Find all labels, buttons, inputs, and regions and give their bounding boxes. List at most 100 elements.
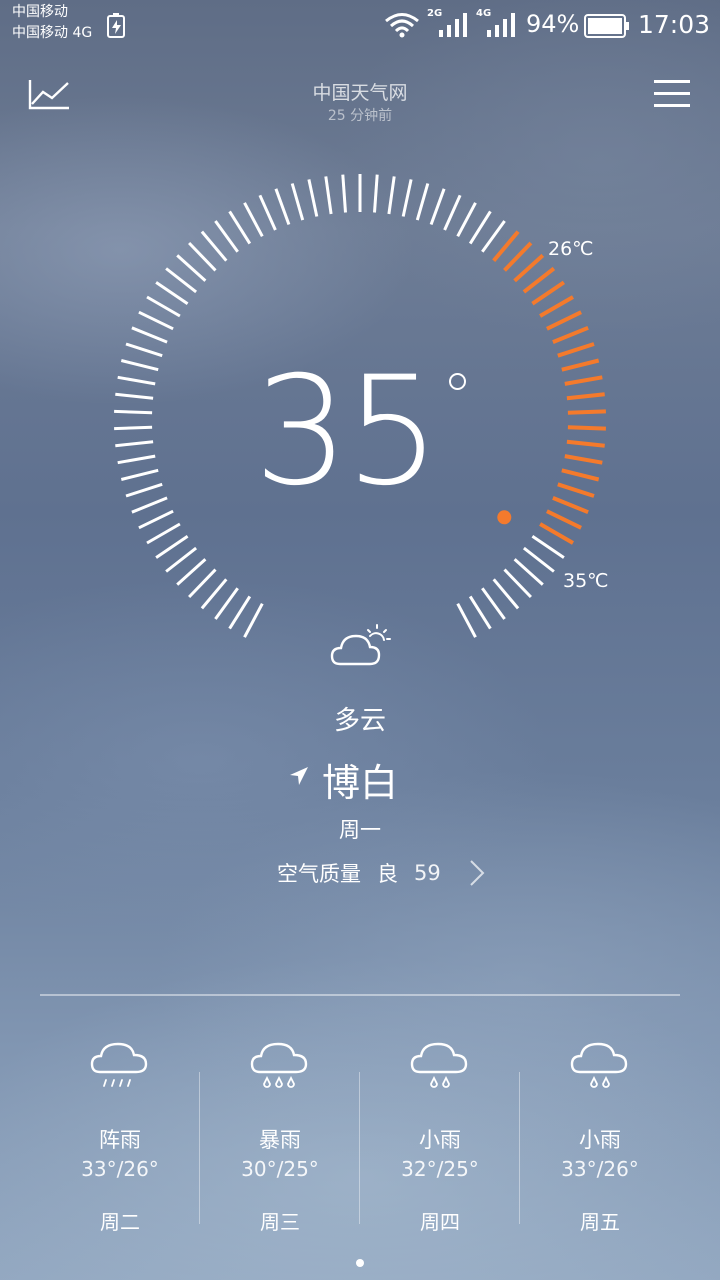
dial-tick [274, 188, 291, 226]
current-weekday: 周一 [339, 818, 381, 842]
dial-tick [324, 176, 333, 215]
dial-tick [456, 602, 477, 638]
dial-tick-range [566, 439, 605, 448]
light-rain-icon [410, 1042, 468, 1088]
dial-tick [188, 241, 217, 272]
chevron-right-icon[interactable] [468, 858, 486, 888]
location-arrow-icon [290, 767, 308, 785]
dial-tick [307, 179, 319, 217]
forecast-day[interactable]: 暴雨 30°/25° 周三 [200, 1030, 360, 1234]
current-condition: 多云 [333, 706, 386, 736]
dial-tick-range [492, 230, 520, 262]
dial-tick [401, 179, 413, 217]
dial-tick-range [564, 375, 603, 386]
partly-cloudy-icon [330, 624, 391, 666]
dial-tick [468, 595, 492, 630]
dial-tick [214, 220, 239, 253]
dial-tick-range [564, 454, 603, 465]
dial-tick-range [561, 468, 600, 482]
forecast-day[interactable]: 阵雨 33°/26° 周二 [40, 1030, 200, 1234]
air-quality-label: 空气质量 [277, 862, 361, 886]
dial-tick [429, 188, 446, 226]
dial-tick-range [557, 482, 595, 498]
dial-tick [114, 409, 153, 415]
forecast-condition: 小雨 [579, 1128, 621, 1152]
forecast-weekday: 周三 [260, 1210, 300, 1234]
dial-label-low: 35℃ [563, 570, 609, 592]
current-temperature: 35 [253, 345, 441, 519]
forecast-condition: 阵雨 [99, 1128, 141, 1152]
dial-tick [165, 267, 198, 294]
dial-tick [503, 568, 532, 599]
dial-tick [114, 425, 153, 431]
divider [40, 994, 680, 996]
dial-tick [176, 254, 207, 282]
dial-tick [155, 535, 189, 559]
dial-tick [443, 194, 462, 231]
dial-label-high: 26℃ [548, 238, 594, 260]
dial-tick-range [567, 425, 606, 431]
dial-tick [138, 509, 174, 530]
dial-tick-range [503, 241, 533, 272]
forecast-weekday: 周二 [100, 1210, 140, 1234]
dial-tick-range [552, 496, 589, 515]
dial-tick [200, 230, 228, 262]
forecast-temp-range: 32°/25° [401, 1157, 479, 1181]
dial-tick-range [531, 280, 566, 306]
dial-tick [481, 220, 506, 253]
dial-tick [228, 210, 252, 245]
dial-tick [200, 578, 228, 610]
dial-tick [117, 375, 156, 386]
dial-tick [155, 281, 189, 305]
dial-tick [117, 454, 156, 465]
dial-tick-range [546, 310, 582, 331]
dial-tick-range [561, 358, 600, 372]
dial-tick [125, 342, 163, 358]
dial-tick [290, 183, 305, 221]
dial-tick [176, 558, 207, 586]
dial-tick-range [539, 522, 575, 545]
dial-tick-range [567, 409, 606, 415]
dial-tick [125, 482, 163, 498]
dial-tick [531, 535, 565, 559]
forecast-list: 阵雨 33°/26° 周二 暴雨 30°/25° 周三 小雨 32°/25° 周… [40, 1030, 680, 1234]
dial-tick [115, 392, 154, 400]
dial-tick [492, 578, 520, 610]
dial-tick [146, 522, 181, 545]
dial-tick [120, 468, 159, 481]
dial-tick [341, 174, 347, 213]
dial-tick [138, 310, 174, 331]
dial-tick [146, 295, 181, 318]
forecast-temp-range: 30°/25° [241, 1157, 319, 1181]
dial-tick [373, 174, 379, 213]
city-name[interactable]: 博白 [322, 752, 398, 807]
dial-tick [513, 558, 544, 586]
dial-tick [387, 176, 396, 215]
dial-tick [522, 546, 555, 573]
forecast-weekday: 周五 [580, 1210, 620, 1234]
dial-tick [115, 440, 154, 448]
air-quality-value: 59 [414, 861, 441, 885]
dial-tick [415, 183, 430, 221]
forecast-day[interactable]: 小雨 32°/25° 周四 [360, 1030, 520, 1234]
forecast-condition: 暴雨 [259, 1128, 301, 1152]
dial-tick-range [546, 509, 582, 530]
dial-tick [258, 194, 277, 231]
shower-icon [90, 1042, 148, 1087]
forecast-temp-range: 33°/26° [81, 1157, 159, 1181]
degree-symbol [449, 373, 466, 390]
dial-tick-range [552, 325, 589, 344]
dial-tick [468, 210, 492, 245]
dial-tick [243, 602, 264, 638]
dial-tick [243, 202, 264, 238]
forecast-day[interactable]: 小雨 33°/26° 周五 [520, 1030, 680, 1234]
dial-tick-range [539, 295, 575, 318]
air-quality[interactable]: 空气质量 良 59 [277, 858, 441, 888]
dial-tick [228, 595, 252, 630]
forecast-weekday: 周四 [420, 1210, 460, 1234]
dial-tick [120, 359, 159, 372]
dial-tick [131, 496, 168, 514]
forecast-temp-range: 33°/26° [561, 1157, 639, 1181]
dial-tick-range [566, 392, 605, 401]
air-quality-level: 良 [377, 862, 398, 886]
